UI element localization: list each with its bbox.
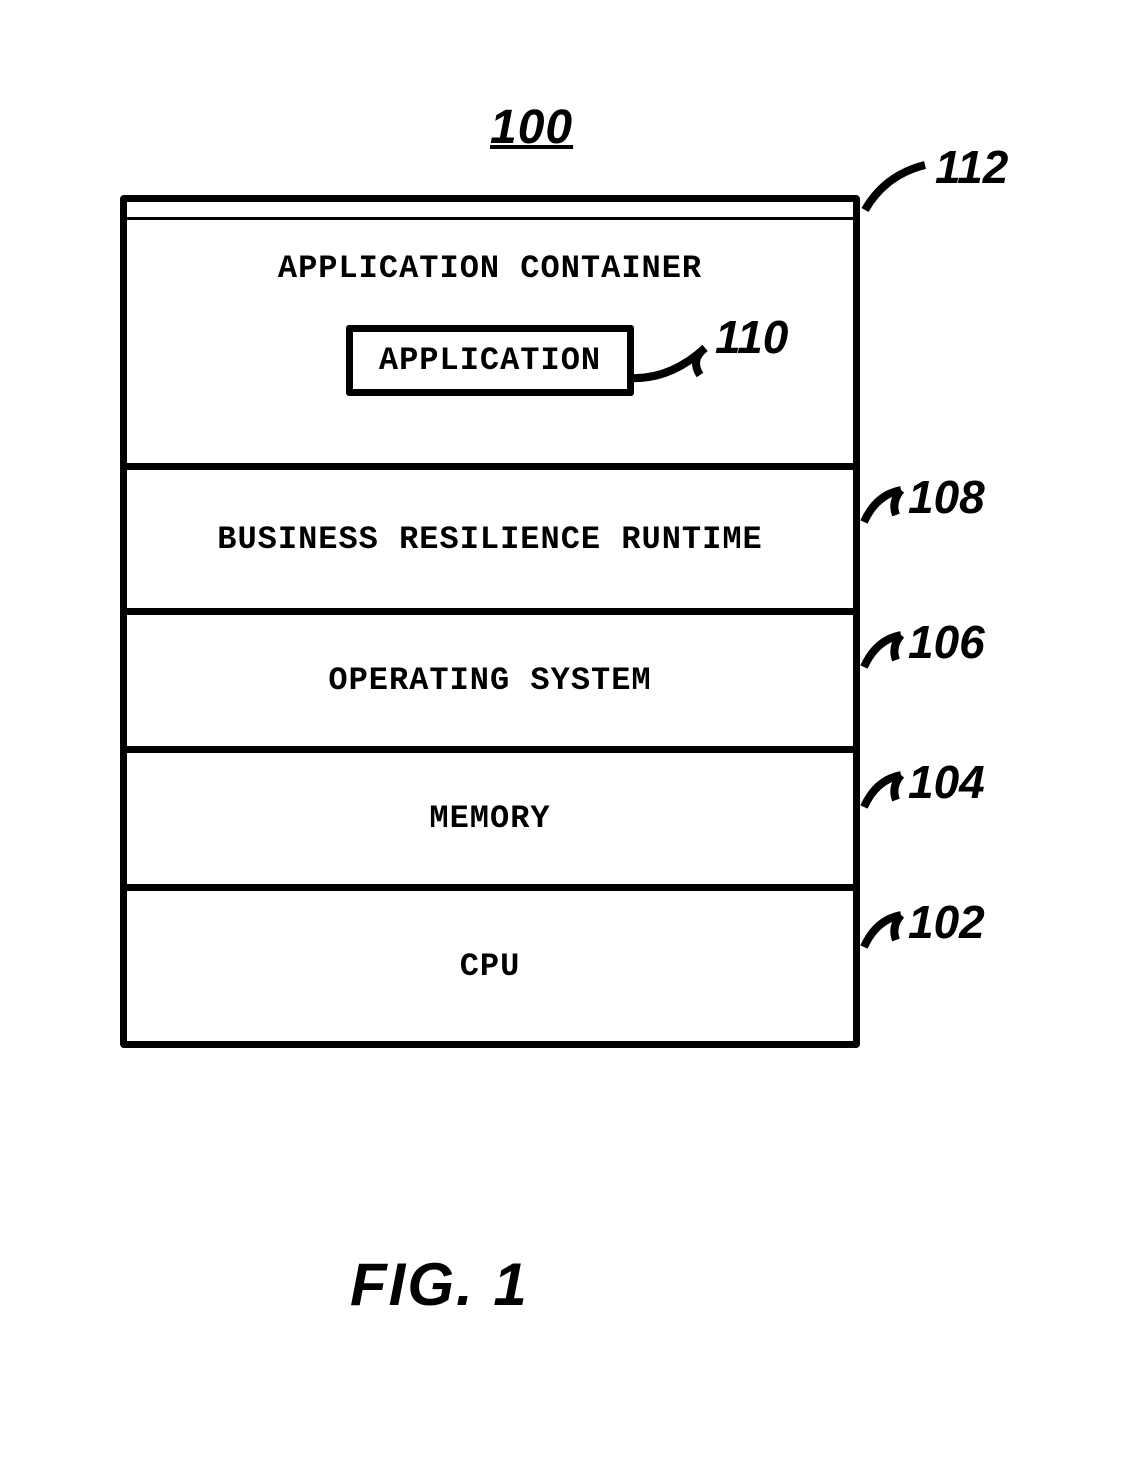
layer-business-resilience-runtime: BUSINESS RESILIENCE RUNTIME [127,470,853,615]
callout-112: 112 [935,140,1008,194]
callout-108: 108 [908,470,985,524]
callout-110: 110 [715,310,788,364]
callout-104: 104 [908,755,985,809]
layer-label: APPLICATION CONTAINER [278,250,702,287]
layer-cpu: CPU [127,891,853,1041]
application-box: APPLICATION [346,325,634,396]
figure-reference-number: 100 [490,100,573,155]
callout-102: 102 [908,895,985,949]
callout-106: 106 [908,615,985,669]
layer-memory: MEMORY [127,753,853,891]
figure-caption: FIG. 1 [350,1250,529,1319]
layer-operating-system: OPERATING SYSTEM [127,615,853,753]
